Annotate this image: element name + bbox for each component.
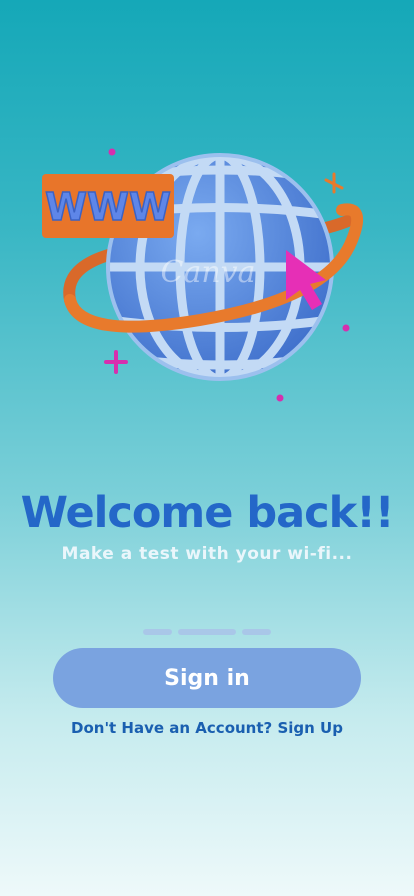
signup-prompt: Don't Have an Account? Sign Up [0, 719, 414, 737]
page-dot[interactable] [143, 629, 172, 635]
welcome-title: Welcome back!! [20, 488, 395, 538]
welcome-subtitle: Make a test with your wi-fi... [61, 544, 353, 564]
page-dot-active[interactable] [178, 629, 236, 635]
page-dot[interactable] [242, 629, 271, 635]
www-badge: WWW [42, 174, 174, 238]
sign-in-button[interactable]: Sign in [53, 648, 361, 708]
page-indicator [143, 629, 271, 635]
globe-illustration: WWW Canva [30, 130, 380, 420]
watermark-text: Canva [161, 255, 256, 290]
sign-up-link[interactable]: Don't Have an Account? Sign Up [71, 719, 343, 737]
www-badge-text: WWW [45, 185, 171, 229]
